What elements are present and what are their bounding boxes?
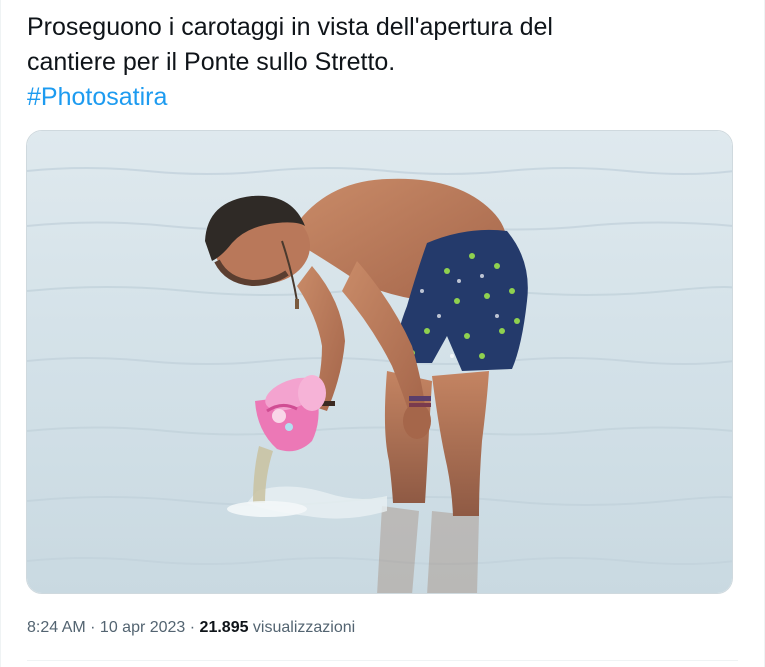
tweet-photo[interactable] — [26, 130, 733, 594]
tweet-meta: 8:24 AM · 10 apr 2023 · 21.895 visualizz… — [27, 618, 355, 638]
tweet-date-link[interactable]: 10 apr 2023 — [100, 619, 185, 636]
tweet-text: Proseguono i carotaggi in vista dell'ape… — [27, 10, 727, 115]
photo-image — [27, 131, 732, 593]
meta-separator: · — [85, 619, 100, 636]
divider — [27, 660, 738, 661]
meta-separator: · — [185, 619, 200, 636]
hashtag-link[interactable]: #Photosatira — [27, 80, 727, 115]
tweet-container: Proseguono i carotaggi in vista dell'ape… — [0, 0, 765, 667]
tweet-text-line-2: cantiere per il Ponte sullo Stretto. — [27, 48, 396, 76]
tweet-text-line-1: Proseguono i carotaggi in vista dell'ape… — [27, 13, 553, 41]
tweet-time-link[interactable]: 8:24 AM — [27, 619, 86, 636]
views-count: 21.895 — [199, 619, 249, 636]
views-label: visualizzazioni — [248, 619, 356, 636]
